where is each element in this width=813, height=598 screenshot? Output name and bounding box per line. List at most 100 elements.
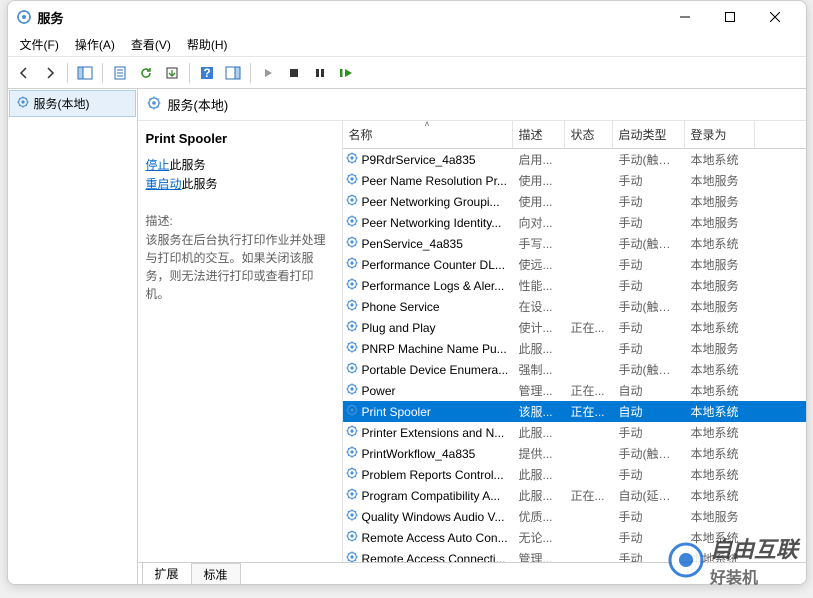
maximize-button[interactable] — [708, 2, 753, 32]
service-row[interactable]: Remote Access Connecti...管理...手动本地系统 — [343, 548, 806, 562]
menu-action[interactable]: 操作(A) — [67, 33, 123, 56]
gear-icon — [345, 445, 359, 462]
service-row[interactable]: Print Spooler该服...正在...自动本地系统 — [343, 401, 806, 422]
app-icon — [16, 9, 32, 25]
service-desc: 强制... — [513, 361, 565, 378]
forward-button[interactable] — [38, 61, 62, 85]
service-logon: 本地服务 — [685, 214, 755, 231]
service-name: Printer Extensions and N... — [362, 426, 505, 440]
column-logon-as[interactable]: 登录为 — [685, 121, 755, 148]
service-status: 正在... — [565, 382, 613, 399]
help-button[interactable]: ? — [195, 61, 219, 85]
restart-service-link[interactable]: 重启动 — [146, 177, 182, 191]
service-name: Problem Reports Control... — [362, 468, 504, 482]
show-hide-tree-button[interactable] — [73, 61, 97, 85]
toolbar: ? — [8, 57, 806, 89]
services-window: 服务 文件(F) 操作(A) 查看(V) 帮助(H) ? 服务(本地) — [7, 0, 807, 585]
service-row[interactable]: Portable Device Enumera...强制...手动(触发...本… — [343, 359, 806, 380]
column-description[interactable]: 描述 — [513, 121, 565, 148]
service-desc: 该服... — [513, 403, 565, 420]
pause-service-button[interactable] — [308, 61, 332, 85]
nav-services-local[interactable]: 服务(本地) — [9, 90, 136, 117]
service-row[interactable]: Peer Networking Groupi...使用...手动本地服务 — [343, 191, 806, 212]
service-logon: 本地系统 — [685, 235, 755, 252]
tab-standard[interactable]: 标准 — [191, 563, 241, 585]
service-list[interactable]: P9RdrService_4a835启用...手动(触发...本地系统 Peer … — [343, 149, 806, 562]
stop-service-button[interactable] — [282, 61, 306, 85]
gear-icon — [345, 193, 359, 210]
service-row[interactable]: Remote Access Auto Con...无论...手动本地系统 — [343, 527, 806, 548]
gear-icon — [345, 235, 359, 252]
restart-service-button[interactable] — [334, 61, 358, 85]
menu-help[interactable]: 帮助(H) — [179, 33, 236, 56]
service-row[interactable]: PNRP Machine Name Pu...此服...手动本地服务 — [343, 338, 806, 359]
service-row[interactable]: P9RdrService_4a835启用...手动(触发...本地系统 — [343, 149, 806, 170]
gear-icon — [345, 256, 359, 273]
properties-button[interactable] — [108, 61, 132, 85]
service-name: Program Compatibility A... — [362, 489, 501, 503]
gear-icon — [345, 529, 359, 546]
gear-icon — [345, 361, 359, 378]
gear-icon — [345, 508, 359, 525]
svg-text:?: ? — [203, 66, 210, 80]
service-desc: 在设... — [513, 298, 565, 315]
service-row[interactable]: Printer Extensions and N...此服...手动本地系统 — [343, 422, 806, 443]
service-row[interactable]: PenService_4a835手写...手动(触发...本地系统 — [343, 233, 806, 254]
service-row[interactable]: Program Compatibility A...此服...正在...自动(延… — [343, 485, 806, 506]
description-label: 描述: — [146, 212, 334, 229]
service-desc: 优质... — [513, 508, 565, 525]
back-button[interactable] — [12, 61, 36, 85]
service-row[interactable]: Problem Reports Control...此服...手动本地系统 — [343, 464, 806, 485]
service-logon: 本地系统 — [685, 361, 755, 378]
close-button[interactable] — [753, 2, 798, 32]
menu-view[interactable]: 查看(V) — [123, 33, 179, 56]
column-startup-type[interactable]: 启动类型 — [613, 121, 685, 148]
main-header: 服务(本地) — [138, 89, 806, 121]
service-name: Remote Access Connecti... — [362, 552, 506, 563]
service-row[interactable]: Peer Networking Identity...向对...手动本地服务 — [343, 212, 806, 233]
service-row[interactable]: Performance Counter DL...使远...手动本地服务 — [343, 254, 806, 275]
minimize-button[interactable] — [663, 2, 708, 32]
column-name[interactable]: 名称 — [343, 121, 513, 148]
gear-icon — [345, 298, 359, 315]
service-row[interactable]: Power管理...正在...自动本地系统 — [343, 380, 806, 401]
service-logon: 本地服务 — [685, 508, 755, 525]
start-service-button[interactable] — [256, 61, 280, 85]
service-desc: 启用... — [513, 151, 565, 168]
stop-service-link[interactable]: 停止 — [146, 158, 170, 172]
service-desc: 管理... — [513, 550, 565, 562]
service-row[interactable]: PrintWorkflow_4a835提供...手动(触发...本地系统 — [343, 443, 806, 464]
service-name: Peer Networking Identity... — [362, 216, 502, 230]
service-row[interactable]: Phone Service在设...手动(触发...本地服务 — [343, 296, 806, 317]
service-name: Peer Networking Groupi... — [362, 195, 500, 209]
export-list-button[interactable] — [160, 61, 184, 85]
service-row[interactable]: Performance Logs & Aler...性能...手动本地服务 — [343, 275, 806, 296]
view-tabs: 扩展 标准 — [138, 562, 806, 584]
service-logon: 本地系统 — [685, 550, 755, 562]
column-status[interactable]: 状态 — [565, 121, 613, 148]
service-row[interactable]: Plug and Play使计...正在...手动本地系统 — [343, 317, 806, 338]
refresh-button[interactable] — [134, 61, 158, 85]
service-name: Plug and Play — [362, 321, 436, 335]
service-row[interactable]: Quality Windows Audio V...优质...手动本地服务 — [343, 506, 806, 527]
service-start-type: 手动 — [613, 319, 685, 336]
service-start-type: 自动(延迟... — [613, 487, 685, 504]
main-panel: 服务(本地) Print Spooler 停止此服务 重启动此服务 描述: 该服… — [138, 89, 806, 584]
gear-icon — [345, 403, 359, 420]
list-pane: 名称 描述 状态 启动类型 登录为 P9RdrService_4a835启用..… — [343, 121, 806, 562]
service-desc: 提供... — [513, 445, 565, 462]
service-start-type: 手动(触发... — [613, 298, 685, 315]
title-bar[interactable]: 服务 — [8, 1, 806, 33]
action-pane-button[interactable] — [221, 61, 245, 85]
menu-file[interactable]: 文件(F) — [12, 33, 67, 56]
service-start-type: 手动 — [613, 172, 685, 189]
content-area: 服务(本地) 服务(本地) Print Spooler 停止此服务 重启动此服务… — [8, 89, 806, 584]
service-desc: 无论... — [513, 529, 565, 546]
service-desc: 使用... — [513, 172, 565, 189]
tab-extended[interactable]: 扩展 — [142, 562, 192, 585]
service-start-type: 手动 — [613, 256, 685, 273]
service-row[interactable]: Peer Name Resolution Pr...使用...手动本地服务 — [343, 170, 806, 191]
service-logon: 本地服务 — [685, 256, 755, 273]
service-start-type: 手动 — [613, 508, 685, 525]
service-logon: 本地系统 — [685, 445, 755, 462]
